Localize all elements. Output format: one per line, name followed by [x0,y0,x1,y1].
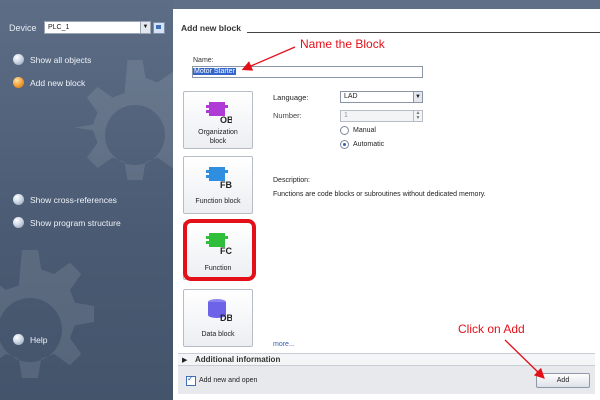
add-button[interactable]: Add [536,373,590,388]
radio-manual-circle[interactable] [340,126,349,135]
number-label: Number: [273,111,302,120]
nav-dot-icon [13,194,24,205]
nav-help[interactable]: Help [13,334,47,345]
radio-manual[interactable]: Manual [340,126,376,135]
chevron-down-icon[interactable]: ▼ [413,92,422,102]
function-block-icon: FB [206,167,232,189]
ob-label: Organization [198,129,238,136]
radio-automatic-circle[interactable] [340,140,349,149]
gear-watermark-icon [0,250,94,378]
description-text: Functions are code blocks or subroutines… [273,191,486,198]
db-label: Data block [201,331,235,338]
nav-label: Add new block [30,77,86,88]
organization-block-icon: OB [206,102,232,124]
fb-code: FB [220,180,232,189]
chevron-right-icon[interactable]: ▶ [182,356,187,364]
title-divider [247,32,600,33]
annotation-name-block: Name the Block [300,37,385,51]
nav-show-program-structure[interactable]: Show program structure [13,217,121,228]
ob-block-button[interactable]: OB Organization block [183,91,253,149]
radio-manual-label: Manual [353,127,376,134]
nav-dot-icon [13,334,24,345]
fc-highlight-box [183,219,256,281]
additional-information-label: Additional information [195,355,281,364]
name-label: Name: [193,57,214,64]
page-title: Add new block [181,23,241,33]
radio-automatic[interactable]: Automatic [340,140,384,149]
language-select[interactable]: LAD ▼ [340,91,423,103]
task-sidebar: Device PLC_1 ▼ Show all objects Add new … [0,0,173,400]
device-select[interactable]: PLC_1 ▼ [44,21,151,34]
nav-show-cross-references[interactable]: Show cross-references [13,194,117,205]
annotation-click-add: Click on Add [458,322,525,336]
nav-dot-active-icon [13,77,24,88]
device-config-icon[interactable] [153,21,165,34]
description-label: Description: [273,177,310,184]
ob-code: OB [220,115,232,124]
db-block-button[interactable]: DB Data block [183,289,253,347]
name-value: Motor Starter [193,68,236,75]
device-label: Device [9,22,37,33]
add-block-panel: Add new block Name: Motor Starter OB Org… [173,0,600,400]
nav-label: Show all objects [30,54,92,65]
top-bar [173,0,600,9]
add-new-open-label: Add new and open [199,377,258,384]
radio-automatic-label: Automatic [353,141,385,148]
data-block-icon: DB [208,299,232,322]
spinner-icon[interactable]: ▲ ▼ [413,111,422,121]
device-value: PLC_1 [48,24,70,31]
nav-dot-icon [13,54,24,65]
add-new-open-checkbox[interactable] [186,374,196,386]
ob-label-2: block [209,138,227,145]
nav-label: Help [30,334,48,345]
name-field[interactable]: Motor Starter [192,66,423,78]
language-label: Language: [273,93,309,102]
chevron-down-icon[interactable]: ▼ [140,22,150,33]
nav-label: Show program structure [30,217,121,228]
nav-add-new-block[interactable]: Add new block [13,77,85,88]
nav-dot-icon [13,217,24,228]
number-value: 1 [344,112,348,119]
number-field[interactable]: 1 ▲ ▼ [340,110,423,122]
more-link[interactable]: more... [273,341,295,348]
bottom-bar: Add new and open Add [178,365,595,394]
language-value: LAD [344,93,358,100]
fb-block-button[interactable]: FB Function block [183,156,253,214]
nav-label: Show cross-references [30,194,117,205]
fb-label: Function block [195,198,241,205]
nav-show-all-objects[interactable]: Show all objects [13,54,91,65]
db-code: DB [220,313,232,322]
